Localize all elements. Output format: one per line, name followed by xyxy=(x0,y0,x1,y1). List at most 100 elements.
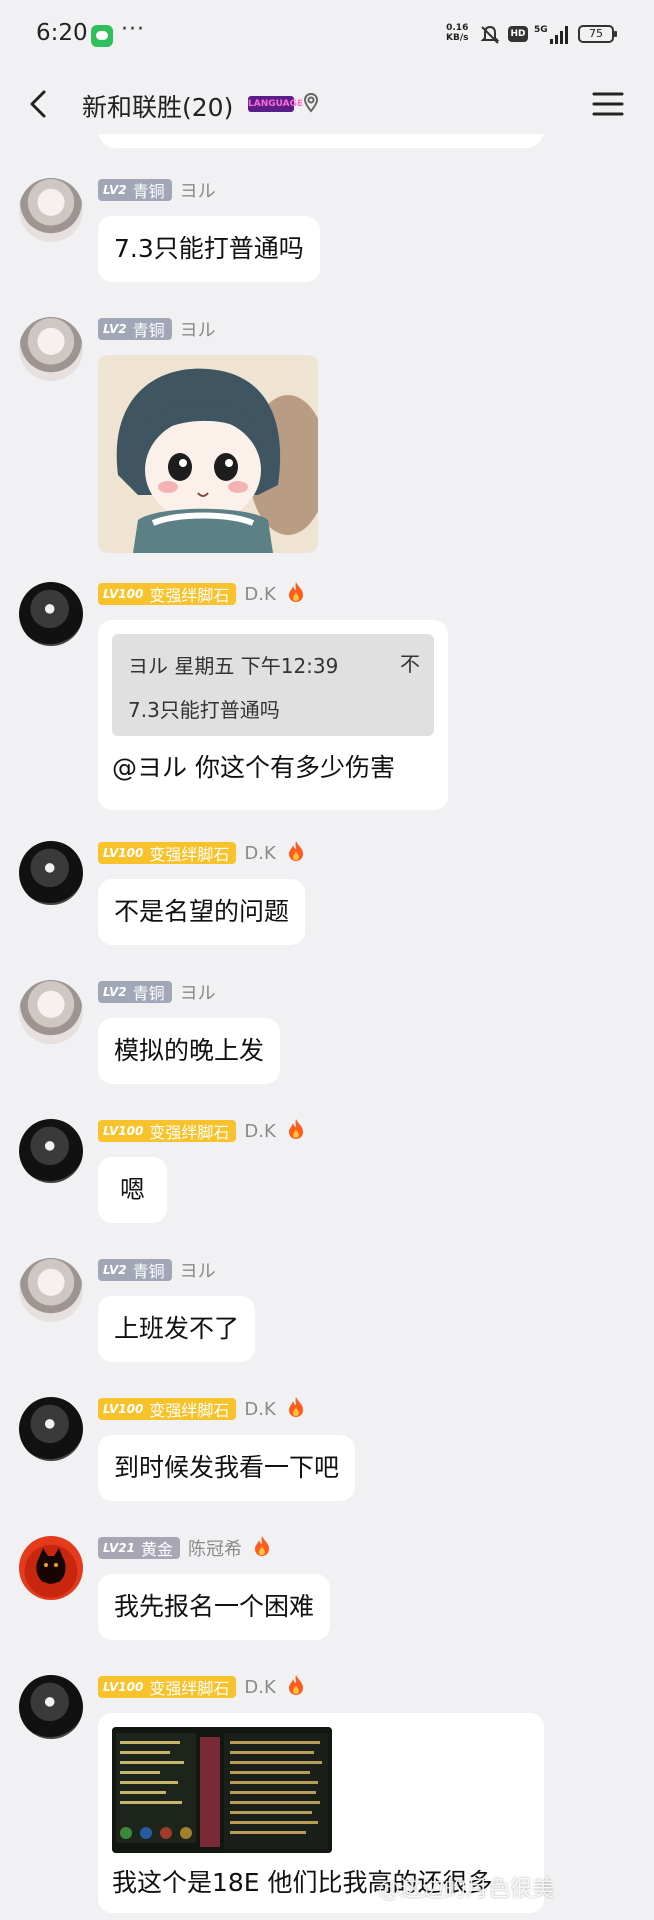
level-badge: LV2 青铜 xyxy=(98,981,172,1003)
level-number: LV2 xyxy=(103,322,127,336)
hd-voice-icon: HD xyxy=(508,26,528,42)
level-number: LV2 xyxy=(103,1263,127,1277)
level-rank: 变强绊脚石 xyxy=(149,1401,230,1420)
fire-icon xyxy=(286,1118,306,1144)
level-badge: LV2 青铜 xyxy=(98,179,172,201)
fire-icon xyxy=(286,840,306,866)
sender-name[interactable]: D.K xyxy=(244,1399,275,1420)
level-number: LV100 xyxy=(103,587,144,601)
fire-icon xyxy=(286,1396,306,1422)
level-rank: 变强绊脚石 xyxy=(149,1123,230,1142)
network-type: 5G xyxy=(534,25,548,35)
message-bubble[interactable]: 我先报名一个困难 xyxy=(98,1574,331,1640)
message-bubble[interactable]: 上班发不了 xyxy=(98,1296,256,1362)
bell-muted-icon xyxy=(480,25,500,44)
watermark: @这边的月色很美 xyxy=(378,1877,555,1902)
level-number: LV100 xyxy=(103,1124,144,1138)
level-number: LV21 xyxy=(103,1541,135,1555)
sender-name[interactable]: ヨル xyxy=(180,979,216,1005)
quoted-text: 7.3只能打普通吗 xyxy=(128,698,280,722)
message-bubble[interactable]: 到时候发我看一下吧 xyxy=(98,1435,356,1501)
sender-name[interactable]: 陈冠希 xyxy=(188,1535,242,1561)
net-speed-unit: KB/s xyxy=(446,33,469,43)
message-meta: LV2 青铜 ヨル xyxy=(98,1258,216,1282)
level-rank: 青铜 xyxy=(132,1262,165,1281)
location-pin-icon xyxy=(303,92,319,113)
message-meta: LV100 变强绊脚石 D.K xyxy=(98,1675,306,1699)
avatar[interactable] xyxy=(19,841,83,905)
quote-reply-bubble[interactable]: ヨル 星期五 下午12:39 不 7.3只能打普通吗 @ヨル 你这个有多少伤害 xyxy=(98,620,448,810)
fire-icon xyxy=(252,1535,272,1561)
reply-text: @ヨル 你这个有多少伤害 xyxy=(112,753,395,782)
level-badge: LV21 黄金 xyxy=(98,1537,180,1559)
message-meta: LV100 变强绊脚石 D.K xyxy=(98,1119,306,1143)
level-number: LV100 xyxy=(103,846,144,860)
level-rank: 青铜 xyxy=(132,984,165,1003)
level-rank: 变强绊脚石 xyxy=(149,586,230,605)
net-speed-value: 0.16 xyxy=(446,23,469,33)
level-badge: LV100 变强绊脚石 xyxy=(98,1120,237,1142)
avatar[interactable] xyxy=(19,582,83,646)
avatar[interactable] xyxy=(19,980,83,1044)
avatar[interactable] xyxy=(19,1258,83,1322)
avatar[interactable] xyxy=(19,1536,83,1600)
avatar[interactable] xyxy=(19,1675,83,1739)
level-number: LV100 xyxy=(103,1680,144,1694)
level-rank: 变强绊脚石 xyxy=(149,1679,230,1698)
back-arrow-icon[interactable] xyxy=(22,86,58,122)
sender-name[interactable]: D.K xyxy=(244,1677,275,1698)
sender-name[interactable]: ヨル xyxy=(180,316,216,342)
level-rank: 青铜 xyxy=(132,321,165,340)
level-badge: LV2 青铜 xyxy=(98,318,172,340)
avatar[interactable] xyxy=(19,1119,83,1183)
status-bar: 6:20 ··· 0.16 KB/s HD 5G 75 xyxy=(0,0,654,74)
avatar[interactable] xyxy=(19,178,83,242)
more-notifications-icon: ··· xyxy=(121,17,145,42)
level-badge: LV100 变强绊脚石 xyxy=(98,583,237,605)
status-time: 6:20 xyxy=(36,20,88,46)
quoted-message[interactable]: ヨル 星期五 下午12:39 不 7.3只能打普通吗 xyxy=(112,634,434,736)
message-bubble[interactable]: 7.3只能打普通吗 xyxy=(98,216,320,282)
game-screenshot-thumbnail[interactable] xyxy=(112,1727,332,1853)
level-number: LV100 xyxy=(103,1402,144,1416)
sender-name[interactable]: D.K xyxy=(244,843,275,864)
level-rank: 变强绊脚石 xyxy=(149,845,230,864)
level-badge: LV100 变强绊脚石 xyxy=(98,1676,237,1698)
net-speed: 0.16 KB/s xyxy=(446,23,468,43)
fire-icon xyxy=(286,1674,306,1700)
group-badge: LANGUAGE xyxy=(248,96,303,112)
sender-name[interactable]: ヨル xyxy=(180,1257,216,1283)
quoted-header: ヨル 星期五 下午12:39 xyxy=(128,654,339,678)
message-meta: LV100 变强绊脚石 D.K xyxy=(98,1397,306,1421)
message-meta: LV2 青铜 ヨル xyxy=(98,178,216,202)
message-bubble[interactable]: 模拟的晚上发 xyxy=(98,1018,281,1084)
sender-name[interactable]: D.K xyxy=(244,584,275,605)
cat-silhouette xyxy=(36,1548,66,1582)
chat-header: 新和联胜(20) LANGUAGE xyxy=(0,74,654,134)
message-bubble[interactable]: 嗯 xyxy=(98,1157,168,1223)
message-meta: LV2 青铜 ヨル xyxy=(98,317,216,341)
level-number: LV2 xyxy=(103,985,127,999)
message-meta: LV100 变强绊脚石 D.K xyxy=(98,841,306,865)
signal-icon: 5G xyxy=(534,25,568,44)
message-bubble[interactable]: 不是名望的问题 xyxy=(98,879,306,945)
fire-icon xyxy=(286,581,306,607)
sender-name[interactable]: D.K xyxy=(244,1121,275,1142)
hamburger-menu-icon[interactable] xyxy=(592,90,624,118)
quote-close-button[interactable]: 不 xyxy=(400,648,420,677)
level-rank: 黄金 xyxy=(140,1540,173,1559)
screenshot-drawing xyxy=(112,1727,332,1853)
chat-title[interactable]: 新和联胜(20) xyxy=(82,88,233,124)
level-badge: LV2 青铜 xyxy=(98,1259,172,1281)
sticker-image[interactable] xyxy=(98,355,318,553)
avatar[interactable] xyxy=(19,317,83,381)
message-meta: LV100 变强绊脚石 D.K xyxy=(98,582,306,606)
message-meta: LV2 青铜 ヨル xyxy=(98,980,216,1004)
wechat-icon xyxy=(91,25,113,47)
avatar[interactable] xyxy=(19,1397,83,1461)
sticker-drawing xyxy=(98,355,318,553)
level-badge: LV100 变强绊脚石 xyxy=(98,842,237,864)
sender-name[interactable]: ヨル xyxy=(180,177,216,203)
level-number: LV2 xyxy=(103,183,127,197)
level-badge: LV100 变强绊脚石 xyxy=(98,1398,237,1420)
